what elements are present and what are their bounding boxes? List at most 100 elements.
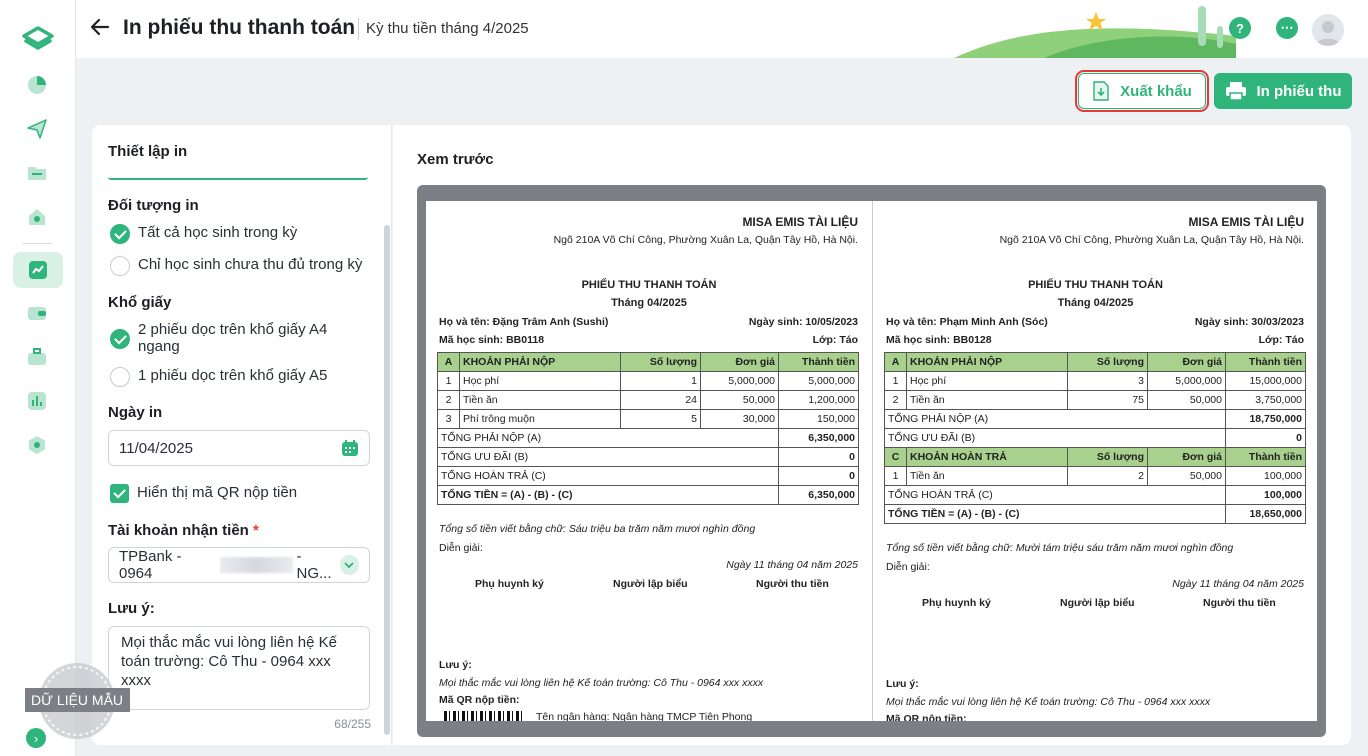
total-payable-row: TỔNG PHẢI NỘP (A) 18,750,000 (884, 409, 1306, 429)
side-nav: › (0, 0, 76, 756)
sign-maker: Người lập biểu (613, 578, 688, 590)
nav-send-icon[interactable] (20, 112, 54, 146)
print-label: In phiếu thu (1256, 82, 1342, 100)
preview-panel: Xem trước MISA EMIS TÀI LIỆU Ngõ 210A Võ… (393, 125, 1351, 745)
account-label: Tài khoản nhận tiền * (108, 522, 259, 539)
nav-report-icon[interactable] (20, 384, 54, 418)
page-header: In phiếu thu thanh toán Kỳ thu tiền thán… (76, 0, 1368, 58)
paper-option-a4-label: 2 phiếu dọc trên khổ giấy A4 ngang (138, 321, 328, 355)
receipt-note-label: Lưu ý: (439, 659, 472, 671)
account-value-prefix: TPBank - 0964 (119, 548, 182, 582)
checkbox-checked-icon[interactable] (110, 484, 129, 503)
paper-option-a5[interactable]: 1 phiếu dọc trên khổ giấy A5 (110, 367, 327, 387)
preview-paper: MISA EMIS TÀI LIỆU Ngõ 210A Võ Chí Công,… (426, 201, 1317, 721)
print-receipt-button[interactable]: In phiếu thu (1214, 73, 1352, 109)
radio-unchecked-icon[interactable] (110, 367, 130, 387)
sign-parent: Phụ huynh ký (475, 578, 544, 590)
account-value-suffix: - NG... (296, 548, 332, 582)
student-class: Lớp: Táo (812, 334, 858, 346)
qr-code (444, 711, 522, 721)
amount-in-words: Tổng số tiền viết bằng chữ: Sáu triệu ba… (439, 523, 756, 535)
help-icon[interactable]: ? (1229, 17, 1251, 39)
fee-table: A KHOẢN PHẢI NỘP Số lượng Đơn giá Thành … (884, 352, 1306, 524)
masked-account-number (220, 557, 293, 573)
org-address: Ngõ 210A Võ Chí Công, Phường Xuân La, Qu… (999, 234, 1304, 246)
nav-settings-icon[interactable] (20, 428, 54, 462)
receipt-title: PHIẾU THU THANH TOÁN (1028, 279, 1163, 291)
fee-table: A KHOẢN PHẢI NỘP Số lượng Đơn giá Thành … (437, 352, 859, 505)
back-arrow-icon[interactable] (90, 16, 110, 44)
chevron-down-icon[interactable] (339, 555, 359, 575)
sign-parent: Phụ huynh ký (922, 597, 991, 609)
user-avatar[interactable] (1312, 14, 1344, 46)
preview-frame[interactable]: MISA EMIS TÀI LIỆU Ngõ 210A Võ Chí Công,… (417, 185, 1326, 737)
qr-label: Mã QR nộp tiền: (439, 694, 520, 706)
explanation-label: Diễn giải: (886, 561, 930, 573)
export-button[interactable]: Xuất khẩu (1075, 70, 1209, 112)
signing-date: Ngày 11 tháng 04 năm 2025 (726, 559, 858, 571)
student-dob: Ngày sinh: 10/05/2023 (748, 316, 858, 328)
target-option-all-label: Tất cả học sinh trong kỳ (138, 224, 298, 241)
receipt-month: Tháng 04/2025 (1057, 297, 1134, 309)
org-name: MISA EMIS TÀI LIỆU (1188, 215, 1304, 229)
nav-finance-icon[interactable] (13, 252, 63, 288)
receipt-title: PHIẾU THU THANH TOÁN (581, 279, 717, 291)
table-row: 2 Tiền ăn 24 50,000 1,200,000 (437, 390, 859, 410)
student-class: Lớp: Táo (1258, 334, 1304, 346)
paper-option-a5-label: 1 phiếu dọc trên khổ giấy A5 (138, 367, 328, 384)
student-name: Họ và tên: Đặng Trâm Anh (Sushi) (439, 316, 609, 328)
settings-title: Thiết lập in (108, 143, 188, 160)
print-date-input[interactable]: 11/04/2025 (108, 430, 370, 466)
student-dob: Ngày sinh: 30/03/2023 (1194, 316, 1304, 328)
note-textarea[interactable]: Mọi thắc mắc vui lòng liên hệ Kế toán tr… (108, 626, 370, 710)
required-marker: * (253, 522, 259, 539)
nav-home-icon[interactable] (20, 200, 54, 234)
svg-text:DỮ LIỆU MẪU: DỮ LIỆU MẪU (31, 692, 123, 708)
preview-title: Xem trước (417, 151, 494, 168)
more-options-icon[interactable]: ⋯ (1276, 17, 1298, 39)
print-date-value: 11/04/2025 (119, 439, 193, 457)
nav-wallet-icon[interactable] (20, 296, 54, 330)
radio-checked-icon[interactable] (110, 224, 130, 244)
table-row: 1 Học phí 3 5,000,000 15,000,000 (884, 371, 1306, 391)
settings-scrollbar[interactable] (384, 225, 390, 735)
download-file-icon (1093, 81, 1109, 101)
print-settings-panel: Thiết lập in Đối tượng in Tất cả học sin… (92, 125, 392, 745)
radio-checked-icon[interactable] (110, 329, 130, 349)
receipt-note-label: Lưu ý: (886, 678, 919, 690)
receipt-right: MISA EMIS TÀI LIỆU Ngõ 210A Võ Chí Công,… (872, 201, 1317, 721)
account-select[interactable]: TPBank - 0964 - NG... (108, 547, 370, 583)
table-row: 1 Học phí 1 5,000,000 5,000,000 (437, 371, 859, 391)
table-row: 2 Tiền ăn 75 50,000 3,750,000 (884, 390, 1306, 410)
student-code: Mã học sinh: BB0118 (439, 334, 545, 346)
print-target-label: Đối tượng in (108, 197, 199, 214)
show-qr-checkbox[interactable]: Hiển thị mã QR nộp tiền (110, 484, 297, 503)
export-label: Xuất khẩu (1120, 82, 1192, 100)
target-option-unpaid-label: Chỉ học sinh chưa thu đủ trong kỳ (138, 256, 363, 273)
bank-name: Tên ngân hàng: Ngân hàng TMCP Tiên Phong (536, 711, 753, 721)
paper-option-a4[interactable]: 2 phiếu dọc trên khổ giấy A4 ngang (110, 321, 340, 355)
sign-maker: Người lập biểu (1060, 597, 1135, 609)
nav-briefcase-icon[interactable] (20, 340, 54, 374)
page-title: In phiếu thu thanh toán (123, 16, 356, 39)
nav-separator (22, 243, 52, 244)
target-option-unpaid[interactable]: Chỉ học sinh chưa thu đủ trong kỳ (110, 256, 362, 276)
signing-date: Ngày 11 tháng 04 năm 2025 (1172, 578, 1304, 590)
note-label: Lưu ý: (108, 600, 155, 617)
total-payable-row: TỔNG PHẢI NỘP (A) 6,350,000 (437, 428, 859, 448)
table-row: 3 Phí trông muộn 5 30,000 150,000 (437, 409, 859, 429)
discount-row: TỔNG ƯU ĐÃI (B) 0 (437, 447, 859, 467)
radio-unchecked-icon[interactable] (110, 256, 130, 276)
app-logo-icon[interactable] (20, 22, 56, 54)
nav-folder-icon[interactable] (20, 156, 54, 190)
app-root: › In phiếu thu thanh toán Kỳ thu tiền th… (0, 0, 1368, 756)
show-qr-label: Hiển thị mã QR nộp tiền (137, 484, 298, 501)
calendar-icon[interactable] (341, 439, 359, 457)
print-date-label: Ngày in (108, 404, 163, 421)
amount-in-words: Tổng số tiền viết bằng chữ: Mười tám tri… (886, 542, 1234, 554)
target-option-all[interactable]: Tất cả học sinh trong kỳ (110, 224, 297, 244)
printer-icon (1225, 82, 1246, 101)
receipt-note: Mọi thắc mắc vui lòng liên hệ Kế toán tr… (886, 696, 1211, 708)
grand-total-row: TỔNG TIỀN = (A) - (B) - (C) 6,350,000 (437, 485, 859, 505)
nav-dashboard-icon[interactable] (20, 68, 54, 102)
